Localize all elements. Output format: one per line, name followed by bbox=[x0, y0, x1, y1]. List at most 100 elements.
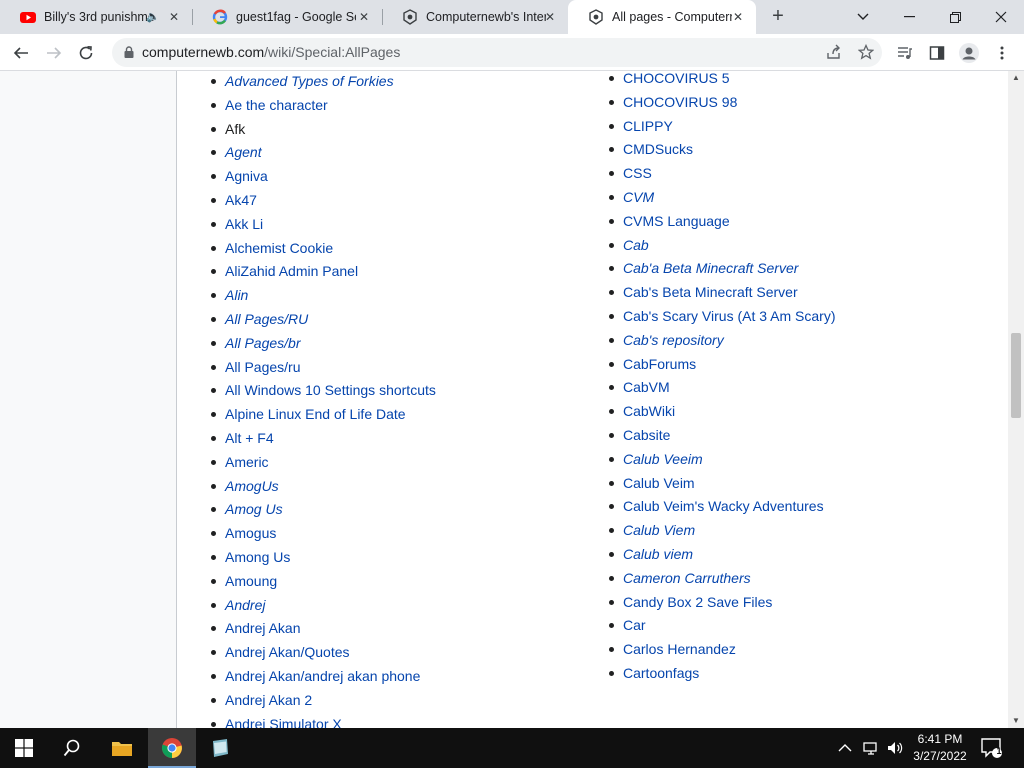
page-link[interactable]: All Pages/br bbox=[225, 335, 300, 351]
volume-button[interactable] bbox=[886, 728, 904, 768]
page-link[interactable]: Calub Veim bbox=[623, 475, 695, 491]
page-link[interactable]: Amoung bbox=[225, 573, 277, 589]
page-link[interactable]: Afk bbox=[225, 121, 245, 137]
page-link[interactable]: Andrej Simulator X bbox=[225, 716, 342, 728]
page-link[interactable]: Ae the character bbox=[225, 97, 328, 113]
list-item: Alt + F4 bbox=[211, 428, 436, 452]
page-link[interactable]: CHOCOVIRUS 98 bbox=[623, 94, 737, 110]
page-link[interactable]: CVM bbox=[623, 189, 654, 205]
page-link[interactable]: Alt + F4 bbox=[225, 430, 274, 446]
page-link[interactable]: CHOCOVIRUS 5 bbox=[623, 71, 730, 86]
page-link[interactable]: Carlos Hernandez bbox=[623, 641, 736, 657]
page-link[interactable]: Cameron Carruthers bbox=[623, 570, 751, 586]
close-tab-icon[interactable]: ✕ bbox=[730, 9, 746, 25]
page-link[interactable]: Cab's Beta Minecraft Server bbox=[623, 284, 798, 300]
scroll-up-arrow-icon[interactable]: ▲ bbox=[1008, 71, 1024, 85]
page-link[interactable]: Alchemist Cookie bbox=[225, 240, 333, 256]
volume-icon bbox=[888, 742, 903, 754]
page-link[interactable]: Candy Box 2 Save Files bbox=[623, 594, 772, 610]
page-link[interactable]: Cab'a Beta Minecraft Server bbox=[623, 260, 798, 276]
tab-search-button[interactable] bbox=[840, 0, 886, 34]
page-link[interactable]: CabWiki bbox=[623, 403, 675, 419]
share-button[interactable] bbox=[822, 40, 846, 64]
page-link[interactable]: Cartoonfags bbox=[623, 665, 699, 681]
taskbar-clock[interactable]: 6:41 PM 3/27/2022 bbox=[908, 731, 972, 765]
list-item: Amogus bbox=[211, 523, 436, 547]
close-tab-icon[interactable]: ✕ bbox=[542, 9, 558, 25]
media-control-button[interactable] bbox=[893, 41, 917, 65]
forward-button[interactable] bbox=[42, 41, 66, 65]
reload-button[interactable] bbox=[74, 41, 98, 65]
page-link[interactable]: Andrej Akan/Quotes bbox=[225, 644, 350, 660]
page-link[interactable]: Calub Viem bbox=[623, 522, 695, 538]
network-button[interactable] bbox=[862, 728, 880, 768]
side-panel-button[interactable] bbox=[925, 41, 949, 65]
page-link[interactable]: Ak47 bbox=[225, 192, 257, 208]
page-link[interactable]: Advanced Types of Forkies bbox=[225, 73, 394, 89]
scrollbar-thumb[interactable] bbox=[1011, 333, 1021, 418]
page-link[interactable]: Car bbox=[623, 617, 646, 633]
page-link[interactable]: Agniva bbox=[225, 168, 268, 184]
page-link[interactable]: AliZahid Admin Panel bbox=[225, 263, 358, 279]
minimize-icon bbox=[903, 16, 915, 18]
page-link[interactable]: CabVM bbox=[623, 379, 670, 395]
page-link[interactable]: Akk Li bbox=[225, 216, 263, 232]
tab-google[interactable]: guest1fag - Google Sea ✕ bbox=[192, 0, 383, 34]
menu-button[interactable] bbox=[990, 41, 1014, 65]
restore-button[interactable] bbox=[932, 0, 978, 34]
list-item: Amoung bbox=[211, 571, 436, 595]
page-link[interactable]: CabForums bbox=[623, 356, 696, 372]
close-tab-icon[interactable]: ✕ bbox=[166, 9, 182, 25]
chrome-taskbar-button[interactable] bbox=[148, 728, 196, 768]
page-link[interactable]: Cab's Scary Virus (At 3 Am Scary) bbox=[623, 308, 835, 324]
page-link[interactable]: AmogUs bbox=[225, 478, 279, 494]
start-button[interactable] bbox=[0, 728, 48, 768]
profile-button[interactable] bbox=[957, 41, 981, 65]
page-link[interactable]: CMDSucks bbox=[623, 141, 693, 157]
page-link[interactable]: Andrej Akan bbox=[225, 620, 301, 636]
scroll-down-arrow-icon[interactable]: ▼ bbox=[1008, 714, 1024, 728]
tab-youtube[interactable]: Billy's 3rd punishme 🔈 ✕ bbox=[0, 0, 193, 34]
back-button[interactable] bbox=[9, 41, 33, 65]
search-button[interactable] bbox=[48, 728, 96, 768]
page-link[interactable]: Amogus bbox=[225, 525, 276, 541]
page-link[interactable]: Among Us bbox=[225, 549, 290, 565]
action-center-button[interactable]: 1 bbox=[980, 736, 1004, 760]
page-link[interactable]: Calub Veim's Wacky Adventures bbox=[623, 498, 824, 514]
url-text[interactable]: computernewb.com/wiki/Special:AllPages bbox=[142, 44, 400, 60]
page-link[interactable]: Amog Us bbox=[225, 501, 283, 517]
page-link[interactable]: All Pages/ru bbox=[225, 359, 300, 375]
vertical-scrollbar[interactable]: ▲ ▼ bbox=[1008, 71, 1024, 728]
page-link[interactable]: Calub Veeim bbox=[623, 451, 703, 467]
page-link[interactable]: Calub viem bbox=[623, 546, 693, 562]
close-window-button[interactable] bbox=[978, 0, 1024, 34]
bookmark-button[interactable] bbox=[854, 40, 878, 64]
page-link[interactable]: CVMS Language bbox=[623, 213, 730, 229]
speaker-icon[interactable]: 🔈 bbox=[146, 10, 160, 23]
new-tab-button[interactable]: + bbox=[768, 6, 788, 26]
page-link[interactable]: All Pages/RU bbox=[225, 311, 308, 327]
page-link[interactable]: CLIPPY bbox=[623, 118, 673, 134]
page-link[interactable]: Alin bbox=[225, 287, 248, 303]
address-bar[interactable]: computernewb.com/wiki/Special:AllPages bbox=[112, 38, 882, 67]
page-link[interactable]: Cab's repository bbox=[623, 332, 724, 348]
page-link[interactable]: CSS bbox=[623, 165, 652, 181]
app-taskbar-button[interactable] bbox=[196, 728, 244, 768]
page-link[interactable]: Americ bbox=[225, 454, 269, 470]
page-link[interactable]: Andrej Akan/andrej akan phone bbox=[225, 668, 420, 684]
page-link[interactable]: Cabsite bbox=[623, 427, 670, 443]
list-item: All Pages/RU bbox=[211, 309, 436, 333]
page-link[interactable]: Agent bbox=[225, 144, 262, 160]
minimize-button[interactable] bbox=[886, 0, 932, 34]
tab-all-pages[interactable]: All pages - Computern ✕ bbox=[568, 0, 756, 34]
page-link[interactable]: Alpine Linux End of Life Date bbox=[225, 406, 406, 422]
tab-computernewb-internet[interactable]: Computernewb's Intern ✕ bbox=[382, 0, 568, 34]
close-tab-icon[interactable]: ✕ bbox=[356, 9, 372, 25]
show-hidden-icons-button[interactable] bbox=[838, 728, 852, 768]
page-link[interactable]: Andrej Akan 2 bbox=[225, 692, 312, 708]
page-link[interactable]: All Windows 10 Settings shortcuts bbox=[225, 382, 436, 398]
lock-icon[interactable] bbox=[122, 45, 136, 59]
page-link[interactable]: Cab bbox=[623, 237, 649, 253]
page-link[interactable]: Andrej bbox=[225, 597, 265, 613]
file-explorer-button[interactable] bbox=[98, 728, 146, 768]
